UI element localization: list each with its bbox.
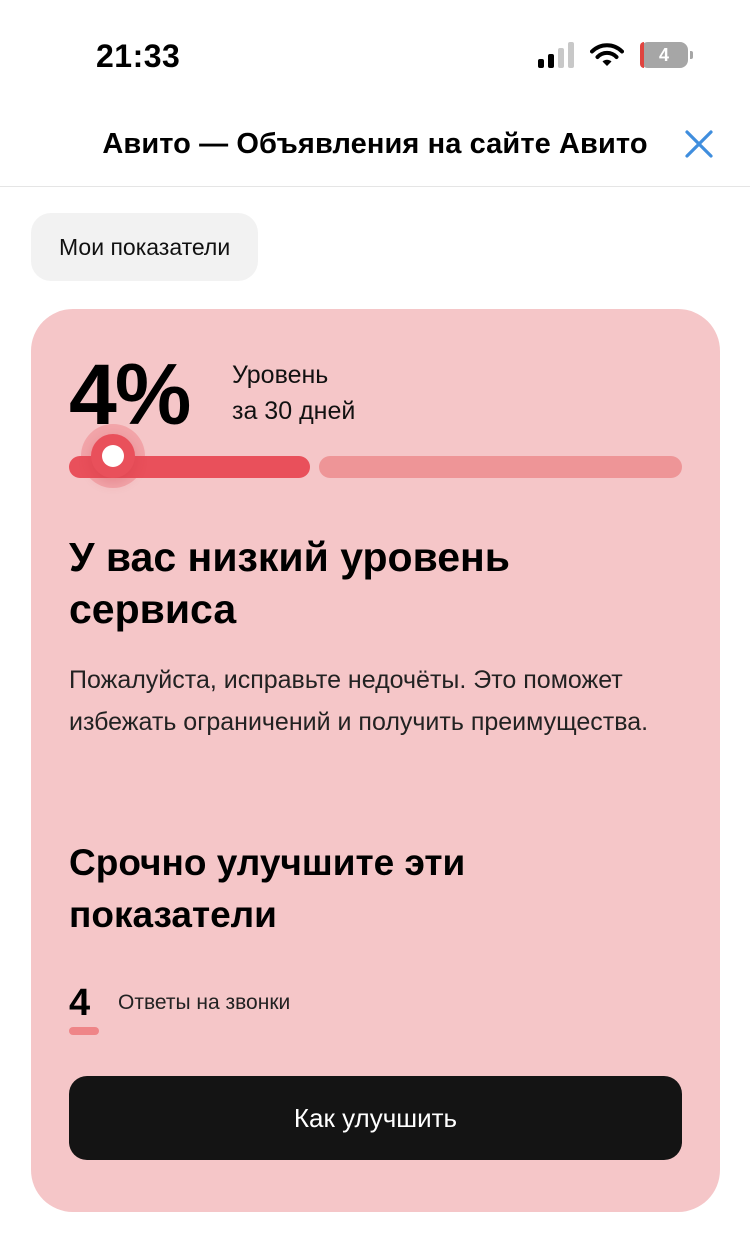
- how-to-improve-button[interactable]: Как улучшить: [69, 1076, 682, 1160]
- metric-item-calls[interactable]: 4 Ответы на звонки: [69, 975, 291, 1035]
- metric-underline: [69, 1027, 99, 1035]
- wifi-icon: [590, 42, 624, 68]
- level-caption-line1: Уровень: [232, 361, 329, 389]
- card-heading: У вас низкий уровень сервиса: [69, 534, 511, 632]
- card-description: Пожалуйста, исправьте недочёты. Это помо…: [69, 666, 649, 736]
- progress-knob: [91, 434, 135, 478]
- close-icon: [685, 130, 713, 158]
- header: Авито — Объявления на сайте Авито: [0, 100, 750, 187]
- battery-icon: 4: [640, 42, 693, 68]
- status-time: 21:33: [96, 38, 181, 74]
- level-percent: 4%: [69, 347, 191, 443]
- service-level-progress: [69, 434, 682, 478]
- signal-icon: [538, 42, 574, 68]
- level-caption: Уровень за 30 дней: [232, 357, 355, 429]
- progress-segment-remaining: [319, 456, 682, 478]
- service-level-card: 4% Уровень за 30 дней У вас низкий урове…: [31, 309, 720, 1212]
- card-subheading: Срочно улучшите эти показатели: [69, 842, 466, 935]
- status-bar: 21:33 4: [0, 0, 750, 100]
- status-icons: 4: [538, 42, 693, 68]
- close-button[interactable]: [682, 127, 716, 161]
- metric-value: 4: [69, 981, 101, 1035]
- metric-value-text: 4: [69, 982, 91, 1024]
- battery-level: 4: [658, 44, 669, 65]
- page-title: Авито — Объявления на сайте Авито: [102, 128, 648, 160]
- metric-label: Ответы на звонки: [118, 991, 291, 1014]
- level-caption-line2: за 30 дней: [232, 397, 356, 425]
- my-metrics-chip[interactable]: Мои показатели: [31, 213, 259, 281]
